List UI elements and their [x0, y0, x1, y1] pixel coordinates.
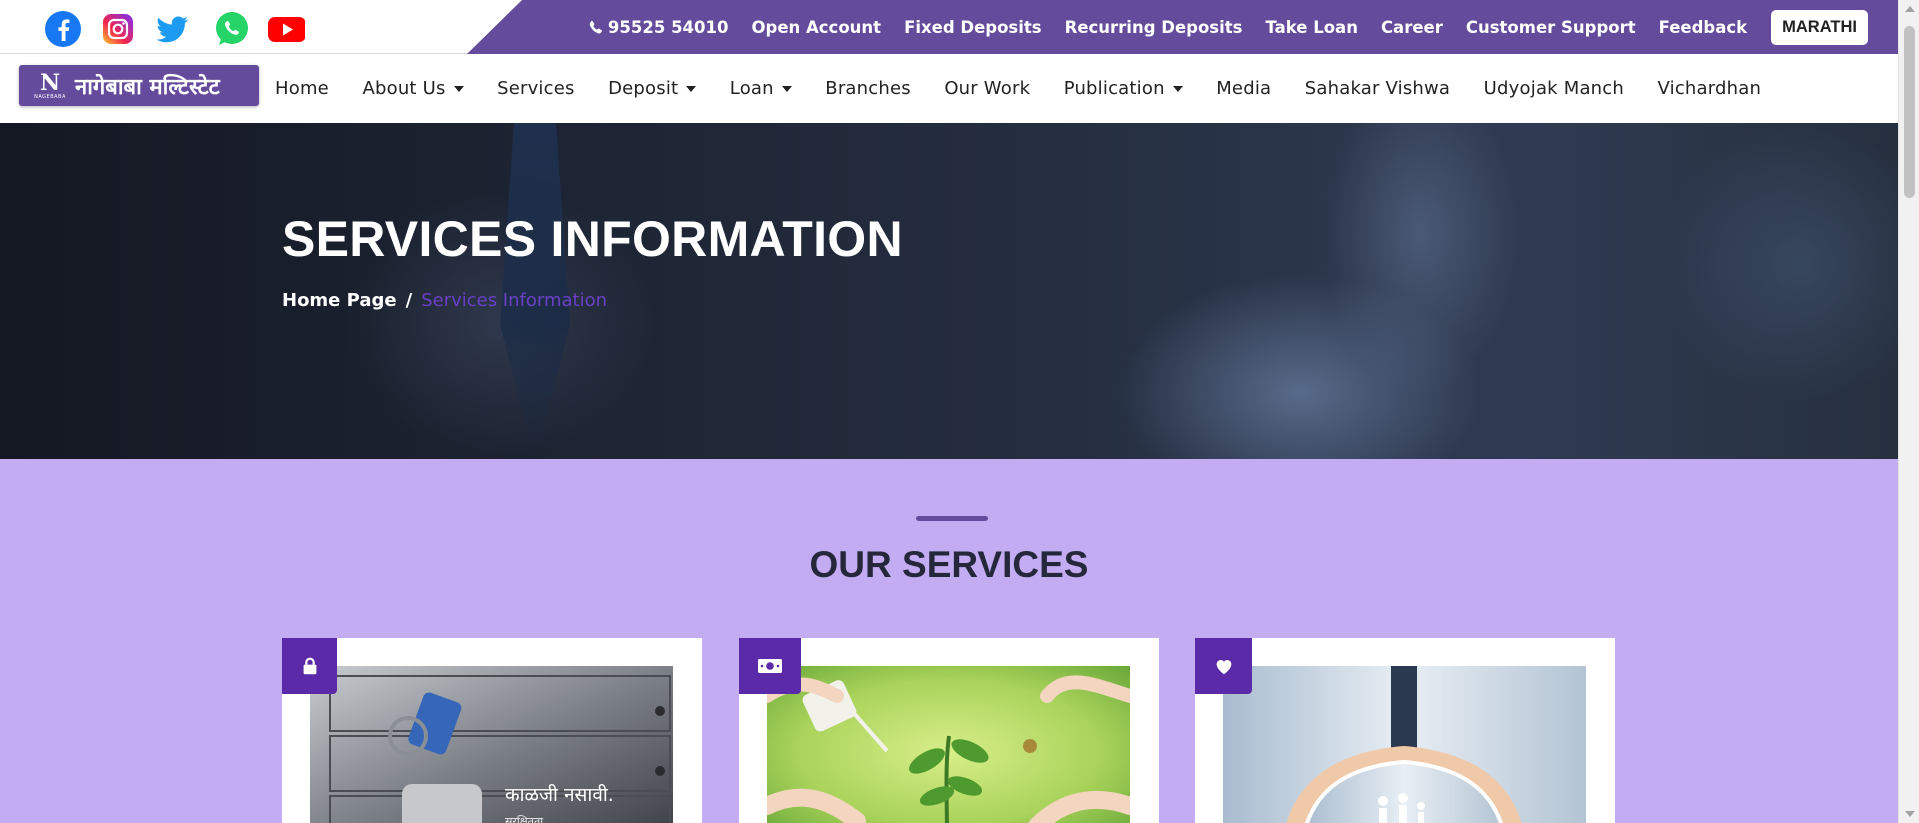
nav-item-udyojak-manch[interactable]: Udyojak Manch [1484, 78, 1624, 99]
nav-item-label: Publication [1063, 78, 1165, 99]
site-logo[interactable]: N NAGEBABA नागेबाबा मल्टिस्टेट [19, 65, 259, 106]
nav-item-about-us[interactable]: About Us [362, 78, 464, 99]
services-section: OUR SERVICES काळजी नसावी. सुरक्षितता [0, 459, 1898, 823]
caret-down-icon [781, 85, 792, 92]
nav-item-label: Loan [729, 78, 774, 99]
nav-item-label: Vichardhan [1657, 78, 1762, 99]
caret-down-icon [453, 85, 464, 92]
scroll-down-arrow-icon[interactable] [1905, 811, 1915, 817]
scroll-up-arrow-icon[interactable] [1905, 6, 1915, 12]
twitter-icon[interactable] [153, 10, 191, 48]
fixed-deposits-link[interactable]: Fixed Deposits [904, 18, 1042, 37]
nav-item-deposit[interactable]: Deposit [608, 78, 697, 99]
customer-support-link[interactable]: Customer Support [1466, 18, 1636, 37]
nav-item-branches[interactable]: Branches [825, 78, 911, 99]
nav-item-publication[interactable]: Publication [1064, 78, 1183, 99]
nav-item-label: Udyojak Manch [1483, 78, 1624, 99]
section-divider [916, 516, 988, 521]
nav-item-home[interactable]: Home [275, 78, 329, 99]
nav-item-label: Deposit [608, 78, 679, 99]
top-bar: 95525 54010 Open Account Fixed Deposits … [0, 0, 1898, 54]
breadcrumb-home-link[interactable]: Home Page [282, 290, 397, 311]
nav-item-label: About Us [362, 78, 446, 99]
recurring-deposits-link[interactable]: Recurring Deposits [1065, 18, 1243, 37]
top-links: 95525 54010 Open Account Fixed Deposits … [565, 0, 1868, 54]
service-card-image [767, 666, 1130, 823]
breadcrumb-separator: / [405, 290, 413, 311]
nav-item-media[interactable]: Media [1216, 78, 1271, 99]
hero-banner: SERVICES INFORMATION Home Page / Service… [0, 123, 1898, 459]
breadcrumb-current: Services Information [421, 290, 608, 311]
career-link[interactable]: Career [1381, 18, 1443, 37]
main-navbar: N NAGEBABA नागेबाबा मल्टिस्टेट Home Abou… [0, 54, 1898, 123]
nav-item-our-work[interactable]: Our Work [944, 78, 1030, 99]
instagram-icon[interactable] [99, 10, 137, 48]
feedback-link[interactable]: Feedback [1659, 18, 1748, 37]
nav-item-services[interactable]: Services [497, 78, 575, 99]
logo-caption: NAGEBABA [34, 93, 66, 100]
nav-item-label: Home [275, 78, 329, 99]
page-title: SERVICES INFORMATION [282, 211, 903, 267]
service-card[interactable] [1195, 638, 1615, 823]
nav-item-label: Services [497, 78, 575, 99]
service-card[interactable] [739, 638, 1159, 823]
heart-icon [1195, 638, 1252, 694]
section-title: OUR SERVICES [809, 544, 1089, 585]
service-card[interactable]: काळजी नसावी. सुरक्षितता [282, 638, 702, 823]
lock-icon [282, 638, 337, 694]
caret-down-icon [686, 85, 697, 92]
nav-item-label: Sahakar Vishwa [1304, 78, 1451, 99]
money-icon [739, 638, 801, 694]
nav-item-sahakar-vishwa[interactable]: Sahakar Vishwa [1305, 78, 1450, 99]
nav-item-loan[interactable]: Loan [730, 78, 792, 99]
breadcrumb: Home Page / Services Information [282, 290, 607, 311]
phone-number: 95525 54010 [607, 17, 729, 37]
youtube-icon[interactable] [267, 10, 305, 48]
take-loan-link[interactable]: Take Loan [1265, 18, 1357, 37]
nav-menu: Home About Us Services Deposit Loan Bran… [275, 54, 1795, 123]
nav-item-vichardhan[interactable]: Vichardhan [1658, 78, 1762, 99]
open-account-link[interactable]: Open Account [751, 18, 881, 37]
scrollbar-thumb[interactable] [1904, 26, 1915, 198]
service-card-image: काळजी नसावी. सुरक्षितता [310, 666, 673, 823]
phone-icon [589, 20, 602, 33]
language-toggle-button[interactable]: MARATHI [1771, 9, 1868, 45]
logo-letter: N [39, 69, 61, 96]
nav-item-label: Branches [825, 78, 911, 99]
service-card-caption: काळजी नसावी. [505, 784, 614, 806]
nav-item-label: Media [1216, 78, 1272, 99]
whatsapp-icon[interactable] [213, 10, 251, 48]
service-card-subcaption: सुरक्षितता [505, 815, 544, 823]
caret-down-icon [1172, 85, 1183, 92]
page-scrollbar[interactable] [1898, 0, 1919, 823]
facebook-icon[interactable] [44, 10, 82, 48]
logo-mark: N NAGEBABA [31, 68, 69, 104]
service-card-image [1223, 666, 1586, 823]
nav-item-label: Our Work [944, 78, 1031, 99]
logo-text: नागेबाबा मल्टिस्टेट [75, 74, 220, 100]
phone-link[interactable]: 95525 54010 [588, 17, 729, 37]
